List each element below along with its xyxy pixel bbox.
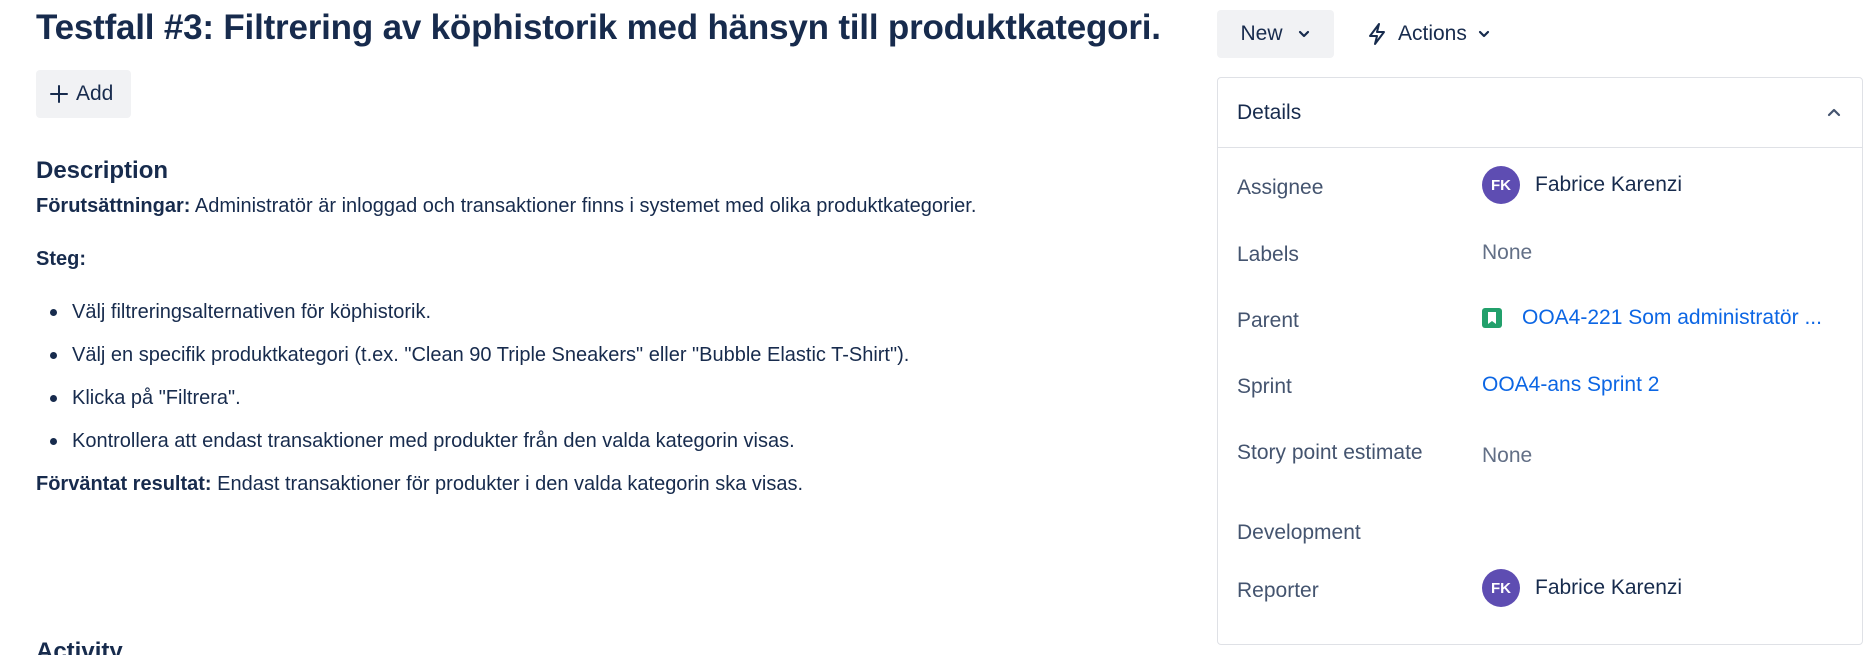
parent-value[interactable]: OOA4-221 Som administratör ... [1482,306,1822,330]
steps-list: Välj filtreringsalternativen för köphist… [36,298,1156,455]
labels-label: Labels [1237,243,1299,266]
story-point-value[interactable]: None [1482,444,1532,468]
parent-label: Parent [1237,309,1299,332]
steps-label: Steg: [36,248,86,270]
step-item: Kontrollera att endast transaktioner med… [36,427,1156,455]
assignee-value[interactable]: FK Fabrice Karenzi [1482,166,1682,204]
details-title: Details [1237,100,1302,124]
actions-button-label: Actions [1398,22,1467,45]
assignee-label: Assignee [1237,176,1324,199]
description-body[interactable]: Förutsättningar: Administratör är inlogg… [36,192,1156,498]
preconditions-text: Administratör är inloggad och transaktio… [190,195,977,217]
details-header[interactable]: Details [1218,78,1862,148]
story-bookmark-icon [1482,308,1502,328]
labels-value[interactable]: None [1482,241,1532,265]
step-item: Klicka på "Filtrera". [36,384,1156,412]
avatar: FK [1482,569,1520,607]
story-point-label: Story point estimate [1237,441,1423,464]
sprint-link[interactable]: OOA4-ans Sprint 2 [1482,373,1659,397]
reporter-name: Fabrice Karenzi [1535,576,1683,599]
add-button-label: Add [76,82,114,105]
actions-button[interactable]: Actions [1360,10,1497,58]
sprint-label: Sprint [1237,375,1292,398]
chevron-down-icon [1298,30,1309,38]
expected-text: Endast transaktioner för produkter i den… [211,473,804,495]
issue-title[interactable]: Testfall #3: Filtrering av köphistorik m… [36,8,1161,48]
description-heading: Description [36,157,169,184]
reporter-value[interactable]: FK Fabrice Karenzi [1482,569,1682,607]
expected-result: Förväntat resultat: Endast transaktioner… [36,470,1156,498]
development-label: Development [1237,521,1361,544]
issue-view: Testfall #3: Filtrering av köphistorik m… [0,0,1870,655]
reporter-label: Reporter [1237,579,1319,602]
new-button-label: New [1240,22,1283,45]
steps-label-row: Steg: [36,245,1156,273]
add-button[interactable]: Add [36,70,132,118]
chevron-up-icon [1827,108,1841,116]
assignee-name: Fabrice Karenzi [1535,173,1683,196]
new-button[interactable]: New [1217,10,1334,58]
avatar: FK [1482,166,1520,204]
expected-label: Förväntat resultat: [36,473,212,495]
preconditions: Förutsättningar: Administratör är inlogg… [36,192,1156,220]
parent-link[interactable]: OOA4-221 Som administratör ... [1522,306,1822,330]
step-item: Välj en specifik produktkategori (t.ex. … [36,341,1156,369]
step-item: Välj filtreringsalternativen för köphist… [36,298,1156,326]
lightning-bolt-icon [1369,23,1385,45]
activity-heading: Activity [36,638,123,655]
preconditions-label: Förutsättningar: [36,195,191,217]
plus-icon [50,85,68,103]
details-panel: Details Assignee FK Fabrice Karenzi Labe… [1217,77,1863,645]
chevron-down-icon [1478,30,1489,38]
